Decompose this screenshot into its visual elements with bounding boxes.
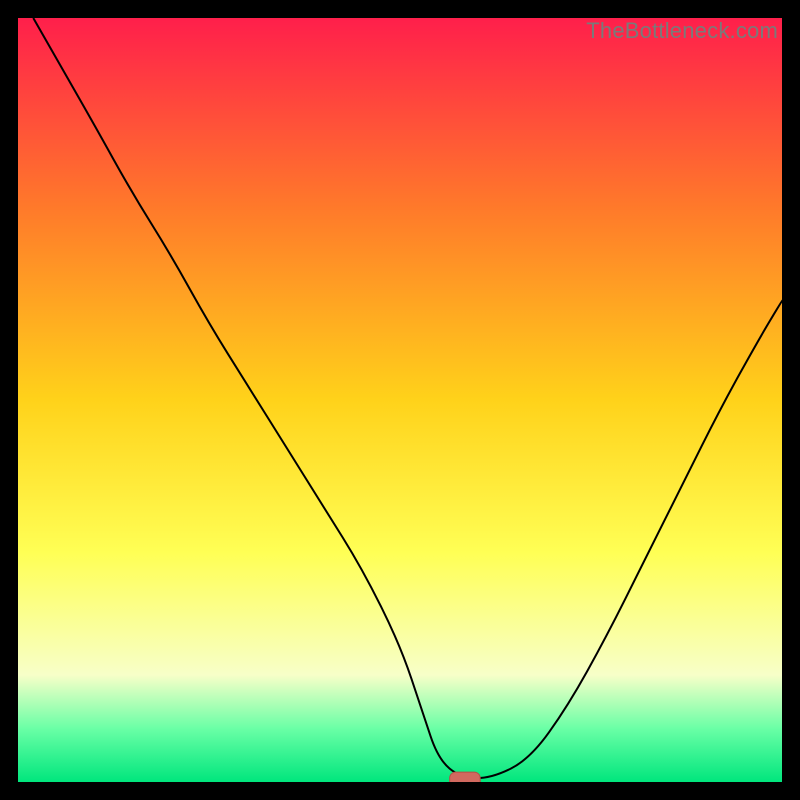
plot-area: TheBottleneck.com <box>18 18 782 782</box>
watermark-text: TheBottleneck.com <box>586 18 778 44</box>
bottleneck-chart <box>18 18 782 782</box>
chart-frame: TheBottleneck.com <box>0 0 800 800</box>
gradient-background <box>18 18 782 782</box>
optimal-marker <box>450 772 481 782</box>
